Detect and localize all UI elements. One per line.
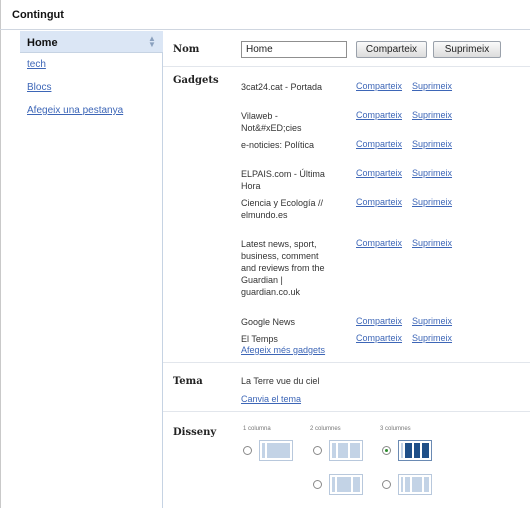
- layout-2-col-b-icon[interactable]: [329, 474, 363, 495]
- gadget-share-link[interactable]: Comparteix: [356, 238, 402, 248]
- divider: [163, 362, 530, 363]
- delete-tab-button[interactable]: Suprimeix: [433, 41, 501, 58]
- gadget-share-link[interactable]: Comparteix: [356, 316, 402, 326]
- sidebar-item-home[interactable]: Home ▲ ▼: [20, 31, 163, 53]
- disseny-label: Disseny: [173, 427, 217, 438]
- gadgets-label: Gadgets: [173, 75, 219, 86]
- current-theme: La Terre vue du ciel: [241, 376, 320, 386]
- gadget-name: e-noticies: Política: [241, 140, 315, 150]
- gadget-name: Google News: [241, 317, 296, 327]
- add-tab-link[interactable]: Afegeix una pestanya: [27, 105, 123, 116]
- gadget-name: ELPAIS.com - Última Hora: [241, 169, 325, 191]
- gadget-delete-link[interactable]: Suprimeix: [412, 333, 452, 343]
- add-more-gadgets-link[interactable]: Afegeix més gadgets: [241, 345, 325, 355]
- gadget-name: Vilaweb - Not&#xED;cies: [241, 111, 302, 133]
- gadget-share-link[interactable]: Comparteix: [356, 81, 402, 91]
- gadget-share-link[interactable]: Comparteix: [356, 333, 402, 343]
- layout-3-col-b-radio[interactable]: [382, 480, 391, 489]
- gadget-share-link[interactable]: Comparteix: [356, 110, 402, 120]
- divider: [163, 66, 530, 67]
- gadget-delete-link[interactable]: Suprimeix: [412, 168, 452, 178]
- share-tab-button[interactable]: Comparteix: [356, 41, 427, 58]
- gadget-delete-link[interactable]: Suprimeix: [412, 197, 452, 207]
- tabs-sidebar: Home ▲ ▼ tech Blocs Afegeix una pestanya: [20, 31, 163, 508]
- nom-label: Nom: [173, 44, 200, 55]
- gadget-name: 3cat24.cat - Portada: [241, 82, 323, 92]
- reorder-arrows-icon[interactable]: ▲ ▼: [147, 35, 157, 49]
- layout-2-col-a-icon[interactable]: [329, 440, 363, 461]
- gadget-share-link[interactable]: Comparteix: [356, 168, 402, 178]
- sidebar-item-label: Home: [27, 37, 58, 49]
- tab-name-input[interactable]: [241, 41, 347, 58]
- layout-1-col-radio[interactable]: [243, 446, 252, 455]
- layout-3-col-a-icon[interactable]: [398, 440, 432, 461]
- tema-label: Tema: [173, 376, 203, 387]
- layout-3-col-label: 3 columnes: [380, 426, 411, 432]
- gadget-name: El Temps: [241, 334, 278, 344]
- title-bar: Contingut: [0, 0, 530, 30]
- gadget-share-link[interactable]: Comparteix: [356, 197, 402, 207]
- layout-2-col-label: 2 columnes: [310, 426, 341, 432]
- gadget-delete-link[interactable]: Suprimeix: [412, 238, 452, 248]
- change-theme-link[interactable]: Canvia el tema: [241, 394, 301, 404]
- gadget-delete-link[interactable]: Suprimeix: [412, 316, 452, 326]
- divider: [163, 411, 530, 412]
- settings-content: Nom Comparteix Suprimeix Gadgets 3cat24.…: [163, 31, 530, 508]
- sidebar-item-blocs[interactable]: Blocs: [27, 82, 51, 93]
- layout-3-col-b-icon[interactable]: [398, 474, 432, 495]
- layout-2-col-b-radio[interactable]: [313, 480, 322, 489]
- gadget-name: Latest news, sport, business, comment an…: [241, 239, 325, 297]
- gadget-share-link[interactable]: Comparteix: [356, 139, 402, 149]
- gadget-name: Ciencia y Ecología // elmundo.es: [241, 198, 324, 220]
- layout-3-col-a-radio[interactable]: [382, 446, 391, 455]
- layout-1-col-icon[interactable]: [259, 440, 293, 461]
- gadget-delete-link[interactable]: Suprimeix: [412, 139, 452, 149]
- gadget-delete-link[interactable]: Suprimeix: [412, 81, 452, 91]
- layout-2-col-a-radio[interactable]: [313, 446, 322, 455]
- sidebar-item-tech[interactable]: tech: [27, 59, 46, 70]
- page-title: Contingut: [12, 9, 64, 21]
- layout-1-col-label: 1 columna: [243, 426, 271, 432]
- gadget-delete-link[interactable]: Suprimeix: [412, 110, 452, 120]
